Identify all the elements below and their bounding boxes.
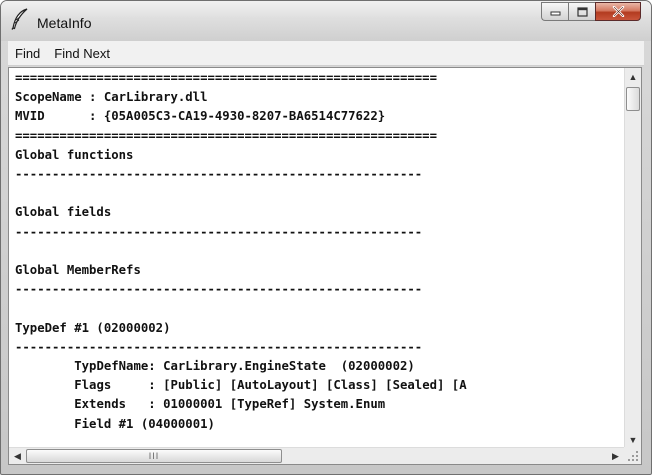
text-line: Field #1 (04000001) [15, 416, 215, 431]
close-button[interactable] [595, 2, 641, 21]
vertical-scroll-thumb[interactable] [626, 87, 640, 111]
scroll-up-button[interactable]: ▲ [625, 68, 641, 85]
title-bar[interactable]: MetaInfo [1, 1, 651, 41]
size-grip[interactable] [624, 447, 641, 464]
minimize-icon [550, 11, 560, 16]
menu-find[interactable]: Find [8, 46, 47, 61]
text-line: ========================================… [15, 128, 437, 143]
minimize-button[interactable] [541, 2, 568, 21]
metadata-text-view[interactable]: ========================================… [9, 68, 624, 448]
metadata-text: ========================================… [15, 69, 467, 434]
arrow-left-icon: ◀ [14, 450, 21, 461]
metainfo-window: MetaInfo Find Find Next ================… [0, 0, 652, 475]
scroll-down-button[interactable]: ▼ [625, 431, 641, 448]
horizontal-scrollbar[interactable]: ◀ III ▶ [9, 447, 624, 464]
arrow-right-icon: ▶ [612, 450, 619, 461]
horizontal-scroll-thumb[interactable]: III [26, 449, 282, 463]
caption-buttons [541, 2, 641, 22]
text-line: TypDefName: CarLibrary.EngineState (0200… [15, 359, 415, 374]
output-panel: ========================================… [8, 67, 642, 465]
vertical-scrollbar[interactable]: ▲ ▼ [624, 68, 641, 448]
text-line: Global fields [15, 205, 112, 220]
arrow-up-icon: ▲ [628, 71, 638, 82]
maximize-icon [576, 6, 588, 17]
text-line: Global functions [15, 147, 134, 162]
menu-bar: Find Find Next [8, 41, 644, 66]
scroll-left-button[interactable]: ◀ [9, 448, 26, 464]
text-line: Extends : 01000001 [TypeRef] System.Enum [15, 397, 386, 412]
window-title: MetaInfo [37, 15, 92, 31]
text-line: ----------------------------------------… [15, 167, 423, 182]
arrow-down-icon: ▼ [628, 434, 638, 445]
text-line: ----------------------------------------… [15, 224, 423, 239]
scroll-right-button[interactable]: ▶ [607, 448, 624, 464]
text-line: ----------------------------------------… [15, 282, 423, 297]
text-line: MVID : {05A005C3-CA19-4930-8207-BA6514C7… [15, 109, 386, 124]
text-line: ScopeName : CarLibrary.dll [15, 90, 208, 105]
maximize-button[interactable] [568, 2, 595, 21]
text-line: Flags : [Public] [AutoLayout] [Class] [S… [15, 378, 467, 393]
text-line: ========================================… [15, 71, 437, 85]
resize-grip-icon [628, 451, 638, 461]
quill-pen-icon [11, 8, 28, 30]
text-line: TypeDef #1 (02000002) [15, 320, 171, 335]
menu-find-next[interactable]: Find Next [47, 46, 117, 61]
close-icon [612, 6, 624, 17]
text-line: ----------------------------------------… [15, 339, 423, 354]
thumb-grip-icon: III [148, 451, 160, 461]
text-line: Global MemberRefs [15, 263, 141, 278]
